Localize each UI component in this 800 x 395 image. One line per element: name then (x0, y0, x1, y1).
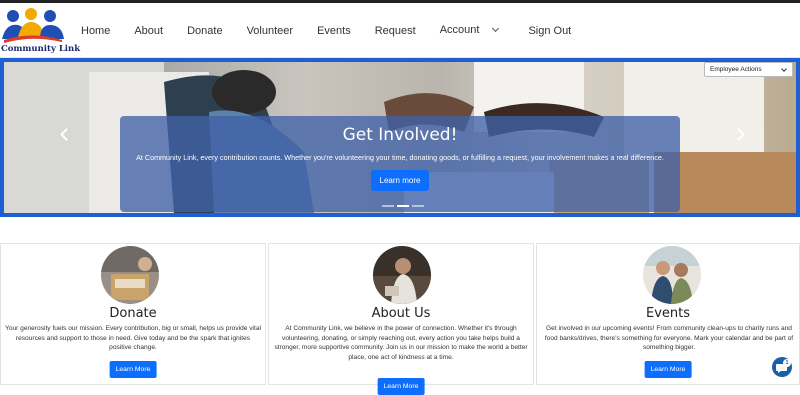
community-event-photo-icon (643, 246, 701, 304)
card-title: About Us (371, 306, 431, 321)
card-events: Events Get involved in our upcoming even… (536, 243, 800, 385)
brand-logo[interactable]: Community Link (0, 7, 80, 55)
card-text: Get involved in our upcoming events! Fro… (544, 325, 794, 352)
card-about-us: About Us At Community Link, we believe i… (268, 243, 534, 395)
account-label: Account (439, 23, 480, 36)
hero-title: Get Involved! (342, 125, 458, 145)
hero-caption: Get Involved! At Community Link, every c… (120, 116, 680, 212)
nav-sign-out[interactable]: Sign Out (528, 25, 571, 37)
nav-volunteer[interactable]: Volunteer (247, 25, 293, 37)
carousel-indicator[interactable] (382, 205, 394, 207)
hero-learn-more-button[interactable]: Learn more (370, 170, 430, 191)
feature-cards: Donate Your generosity fuels our mission… (0, 243, 800, 395)
nav-home[interactable]: Home (81, 25, 110, 37)
carousel-indicator-active[interactable] (397, 205, 409, 207)
card-text: Your generosity fuels our mission. Every… (5, 325, 261, 352)
donation-box-photo-icon (101, 246, 159, 304)
card-title: Events (645, 306, 690, 321)
brand-name: Community Link (1, 44, 81, 54)
nav-events[interactable]: Events (317, 25, 351, 37)
volunteer-photo-icon (373, 246, 431, 304)
about-learn-more-button[interactable]: Learn More (377, 378, 425, 395)
donate-learn-more-button[interactable]: Learn More (109, 361, 157, 378)
chat-badge: 1 (783, 359, 791, 367)
nav-links: Home About Donate Volunteer Events Reque… (81, 3, 595, 58)
chevron-down-icon (781, 66, 787, 72)
hero-carousel: Get Involved! At Community Link, every c… (0, 58, 800, 217)
nav-donate[interactable]: Donate (187, 25, 222, 37)
card-donate: Donate Your generosity fuels our mission… (0, 243, 266, 385)
events-learn-more-button[interactable]: Learn More (644, 361, 692, 378)
nav-account-dropdown[interactable]: Account (439, 23, 500, 36)
employee-actions-label: Employee Actions (710, 66, 762, 73)
card-text: At Community Link, we believe in the pow… (274, 325, 528, 361)
carousel-indicators (382, 205, 427, 207)
navbar: Community Link Home About Donate Volunte… (0, 3, 800, 58)
carousel-indicator[interactable] (412, 205, 424, 207)
nav-about[interactable]: About (134, 25, 163, 37)
chat-button[interactable]: 1 (772, 357, 792, 377)
nav-request[interactable]: Request (375, 25, 416, 37)
hero-text: At Community Link, every contribution co… (136, 153, 664, 162)
employee-actions-select[interactable]: Employee Actions (704, 62, 793, 77)
hero-image: Get Involved! At Community Link, every c… (4, 62, 796, 213)
people-group-logo-icon (2, 8, 64, 43)
chevron-down-icon (492, 24, 500, 32)
card-title: Donate (109, 306, 157, 321)
